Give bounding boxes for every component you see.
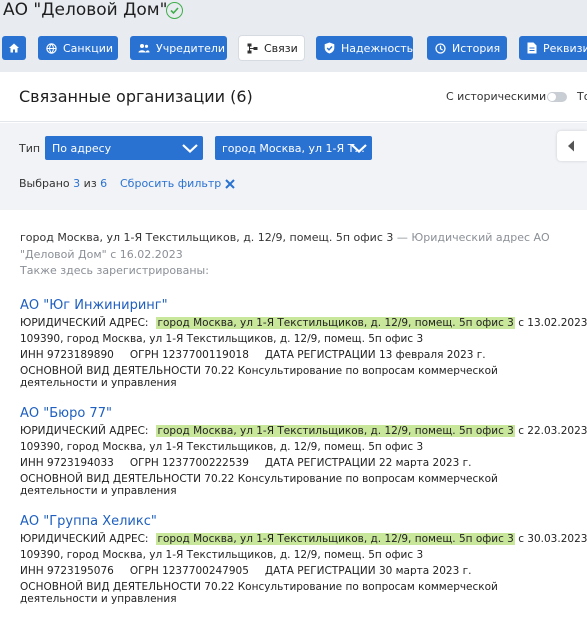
top-bar: АО "Деловой Дом" Санкции Учредители Связ… — [0, 0, 587, 72]
address-since: с 30.03.2023 — [514, 533, 587, 545]
address-select[interactable]: город Москва, ул 1-Я Т... — [215, 136, 372, 160]
activity-label: ОСНОВНОЙ ВИД ДЕЯТЕЛЬНОСТИ — [20, 581, 201, 593]
full-address: 109390, город Москва, ул 1-Я Текстильщик… — [20, 441, 424, 453]
nav-connections-label: Связи — [264, 41, 298, 55]
org-card: АО "Юг Инжиниринг" ЮРИДИЧЕСКИЙ АДРЕС: гор… — [20, 297, 587, 389]
selected-total: 6 — [100, 177, 108, 190]
results-content: город Москва, ул 1-Я Текстильщиков, д. 1… — [0, 210, 587, 622]
chevron-down-icon — [182, 144, 198, 154]
nav-sanctions[interactable]: Санкции — [38, 36, 118, 60]
highlighted-address: город Москва, ул 1-Я Текстильщиков, д. 1… — [156, 317, 515, 329]
reg-date-value: 13 февраля 2023 г. — [378, 349, 486, 361]
related-orgs-panel: Связанные организации (6) С историческим… — [0, 72, 587, 622]
legal-address-label: ЮРИДИЧЕСКИЙ АДРЕС: — [20, 425, 149, 437]
collapse-side-tab[interactable] — [557, 131, 587, 161]
nav-connections[interactable]: Связи — [239, 36, 304, 60]
full-address: 109390, город Москва, ул 1-Я Текстильщик… — [20, 333, 424, 345]
ogrn-value: 1237700247905 — [162, 565, 249, 577]
ogrn-value: 1237700119018 — [162, 349, 249, 361]
org-name-link[interactable]: АО "Группа Хеликс" — [20, 513, 570, 531]
type-select-value: По адресу — [52, 141, 112, 155]
reg-date-value: 22 марта 2023 г. — [378, 457, 472, 469]
inn-label: ИНН — [20, 565, 44, 577]
reset-filter-label: Сбросить фильтр — [120, 177, 222, 190]
chevron-left-icon — [568, 140, 574, 152]
chevron-down-icon — [351, 144, 367, 154]
panel-title: Связанные организации (6) — [19, 87, 253, 106]
nav-requisites-label: Реквизиты — [543, 41, 587, 55]
company-title: АО "Деловой Дом" — [3, 0, 168, 20]
nav-founders[interactable]: Учредители — [130, 36, 227, 60]
historical-toggle[interactable] — [547, 92, 567, 102]
also-registered-label: Также здесь зарегистрированы: — [20, 264, 209, 277]
selected-of: из — [83, 177, 97, 190]
ogrn-value: 1237700222539 — [162, 457, 249, 469]
filter-area: Тип По адресу город Москва, ул 1-Я Т... … — [0, 123, 587, 210]
ogrn-label: ОГРН — [129, 565, 159, 577]
nav-history-label: История — [452, 41, 501, 55]
close-icon — [225, 178, 235, 189]
inn-label: ИНН — [20, 457, 44, 469]
reset-filter-link[interactable]: Сбросить фильтр — [120, 177, 235, 190]
home-icon — [9, 43, 19, 53]
type-select[interactable]: По адресу — [45, 136, 203, 160]
highlighted-address: город Москва, ул 1-Я Текстильщиков, д. 1… — [156, 533, 515, 545]
full-address: 109390, город Москва, ул 1-Я Текстильщик… — [20, 549, 424, 561]
org-card: АО "Группа Хеликс" ЮРИДИЧЕСКИЙ АДРЕС: гор… — [20, 513, 587, 605]
intro-address: город Москва, ул 1-Я Текстильщиков, д. 1… — [20, 231, 394, 244]
legal-address-label: ЮРИДИЧЕСКИЙ АДРЕС: — [20, 533, 149, 545]
type-label: Тип — [19, 142, 41, 155]
network-icon — [247, 43, 258, 53]
historical-toggle-label: С историческими — [446, 90, 547, 103]
org-name-link[interactable]: АО "Юг Инжиниринг" — [20, 297, 570, 315]
address-intro: город Москва, ул 1-Я Текстильщиков, д. 1… — [20, 229, 550, 263]
home-button[interactable] — [2, 36, 26, 60]
nav-requisites[interactable]: Реквизиты — [519, 36, 587, 60]
document-icon — [527, 42, 537, 54]
cut-off-label: То — [577, 90, 587, 103]
inn-value: 9723189890 — [47, 349, 114, 361]
people-icon — [138, 44, 150, 53]
selected-number: 3 — [73, 177, 81, 190]
org-name-link[interactable]: АО "Бюро 77" — [20, 405, 570, 423]
inn-value: 9723195076 — [47, 565, 114, 577]
nav-sanctions-label: Санкции — [63, 41, 114, 55]
selected-count: Выбрано 3 из 6 — [19, 177, 107, 190]
activity-label: ОСНОВНОЙ ВИД ДЕЯТЕЛЬНОСТИ — [20, 473, 201, 485]
highlighted-address: город Москва, ул 1-Я Текстильщиков, д. 1… — [156, 425, 515, 437]
address-select-value: город Москва, ул 1-Я Т... — [222, 141, 365, 155]
shield-check-icon — [324, 42, 335, 54]
globe-icon — [46, 42, 57, 54]
org-card: АО "Бюро 77" ЮРИДИЧЕСКИЙ АДРЕС: город Мос… — [20, 405, 587, 497]
reg-date-label: ДАТА РЕГИСТРАЦИИ — [264, 565, 376, 577]
ogrn-label: ОГРН — [129, 457, 159, 469]
nav-reliability[interactable]: Надежность — [316, 36, 413, 60]
panel-header: Связанные организации (6) С историческим… — [0, 72, 587, 122]
ogrn-label: ОГРН — [129, 349, 159, 361]
nav-reliability-label: Надежность — [341, 41, 414, 55]
inn-value: 9723194033 — [47, 457, 114, 469]
reg-date-label: ДАТА РЕГИСТРАЦИИ — [264, 349, 376, 361]
nav-founders-label: Учредители — [156, 41, 226, 55]
address-since: с 22.03.2023 — [514, 425, 587, 437]
nav-history[interactable]: История — [427, 36, 507, 60]
reg-date-label: ДАТА РЕГИСТРАЦИИ — [264, 457, 376, 469]
history-icon — [435, 42, 446, 54]
legal-address-label: ЮРИДИЧЕСКИЙ АДРЕС: — [20, 317, 149, 329]
address-since: с 13.02.2023 — [514, 317, 587, 329]
inn-label: ИНН — [20, 349, 44, 361]
activity-label: ОСНОВНОЙ ВИД ДЕЯТЕЛЬНОСТИ — [20, 365, 201, 377]
verified-check-icon — [166, 2, 183, 19]
reg-date-value: 30 марта 2023 г. — [378, 565, 472, 577]
selected-prefix: Выбрано — [19, 177, 70, 190]
